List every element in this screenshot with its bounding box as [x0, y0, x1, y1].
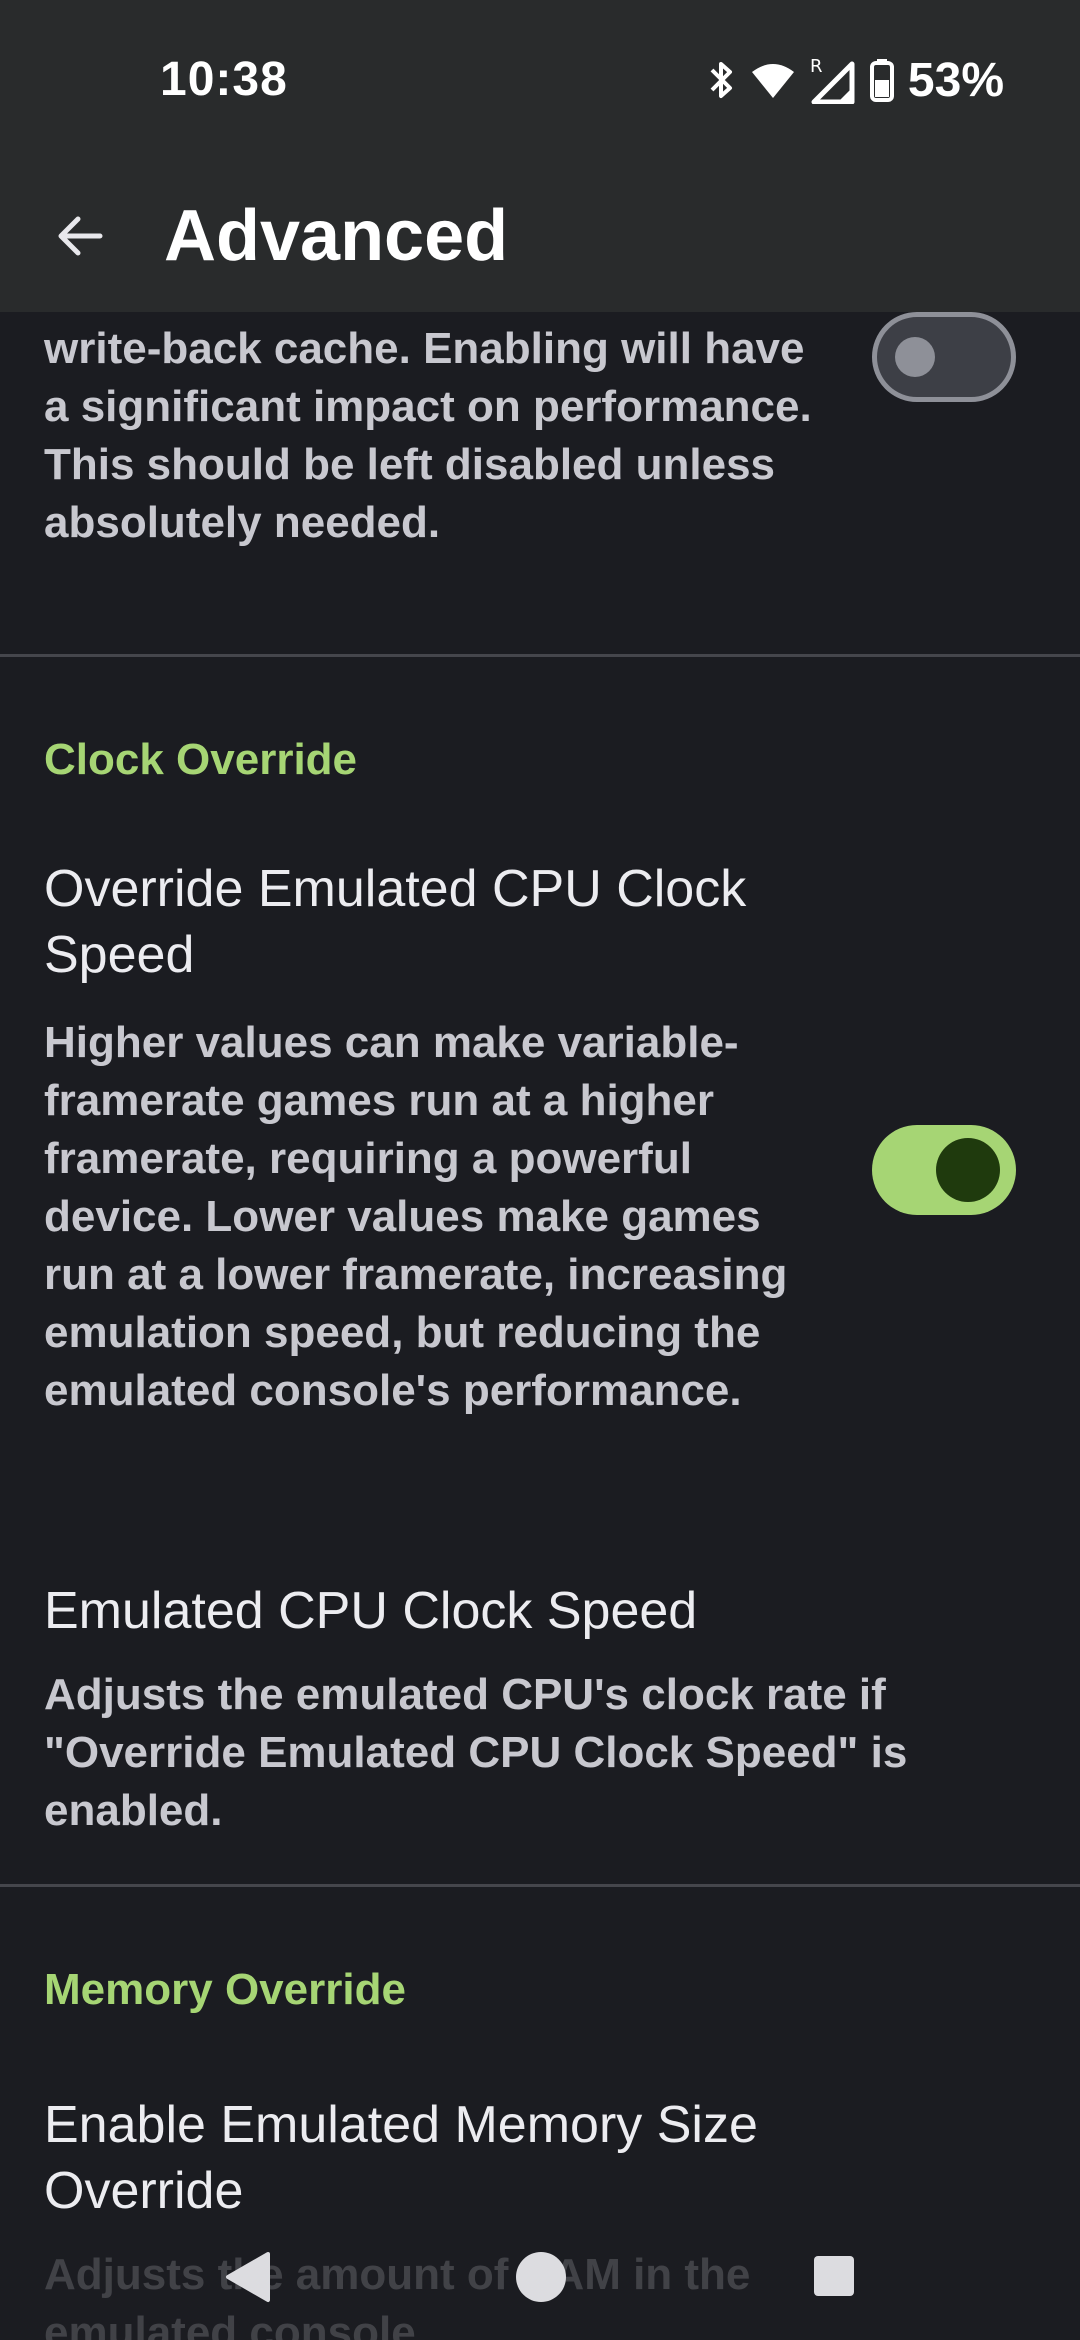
home-circle-icon[interactable]: [514, 2250, 568, 2309]
wifi-icon: [750, 60, 796, 100]
toggle-knob: [895, 337, 935, 377]
svg-text:R: R: [810, 56, 823, 77]
status-icons: R 53%: [706, 52, 1004, 108]
setting-description: write-back cache. Enabling will have a s…: [44, 324, 812, 547]
navigation-bar: [0, 2230, 1080, 2340]
signal-roaming-icon: R: [810, 56, 856, 104]
page-title: Advanced: [164, 196, 509, 276]
back-button[interactable]: [40, 196, 120, 276]
bluetooth-icon: [706, 58, 736, 102]
setting-title: Override Emulated CPU Clock Speed: [44, 860, 747, 984]
status-time: 10:38: [160, 53, 288, 106]
divider: [0, 1884, 1080, 1887]
setting-title: Emulated CPU Clock Speed: [44, 1582, 698, 1640]
section-header-clock-override: Clock Override: [44, 735, 358, 784]
screen: 10:38 R 53% Advanced write-back cache. E…: [0, 0, 1080, 2340]
app-bar: Advanced: [0, 160, 1080, 312]
battery-icon: [869, 58, 894, 102]
recents-square-icon[interactable]: [812, 2254, 856, 2303]
divider: [0, 654, 1080, 657]
setting-title: Enable Emulated Memory Size Override: [44, 2096, 758, 2210]
override-cpu-clock-toggle[interactable]: [872, 1125, 1016, 1215]
setting-item-memory-override-visible: Enable Emulated Memory Size Override: [0, 2092, 1080, 2210]
write-back-cache-toggle[interactable]: [872, 312, 1016, 402]
arrow-back-icon: [58, 216, 103, 256]
section-header-memory-override: Memory Override: [44, 1965, 406, 2014]
setting-description: Higher values can make variable-framerat…: [44, 1018, 788, 1415]
status-bar: 10:38 R 53%: [0, 0, 1080, 160]
toggle-knob: [936, 1138, 1000, 1202]
back-triangle-icon[interactable]: [222, 2250, 272, 2309]
setting-description: Adjusts the emulated CPU's clock rate if…: [44, 1670, 908, 1835]
battery-percent: 53%: [907, 53, 1004, 107]
setting-item-cpu-clock-speed[interactable]: Emulated CPU Clock Speed Adjusts the emu…: [0, 1578, 1080, 1888]
